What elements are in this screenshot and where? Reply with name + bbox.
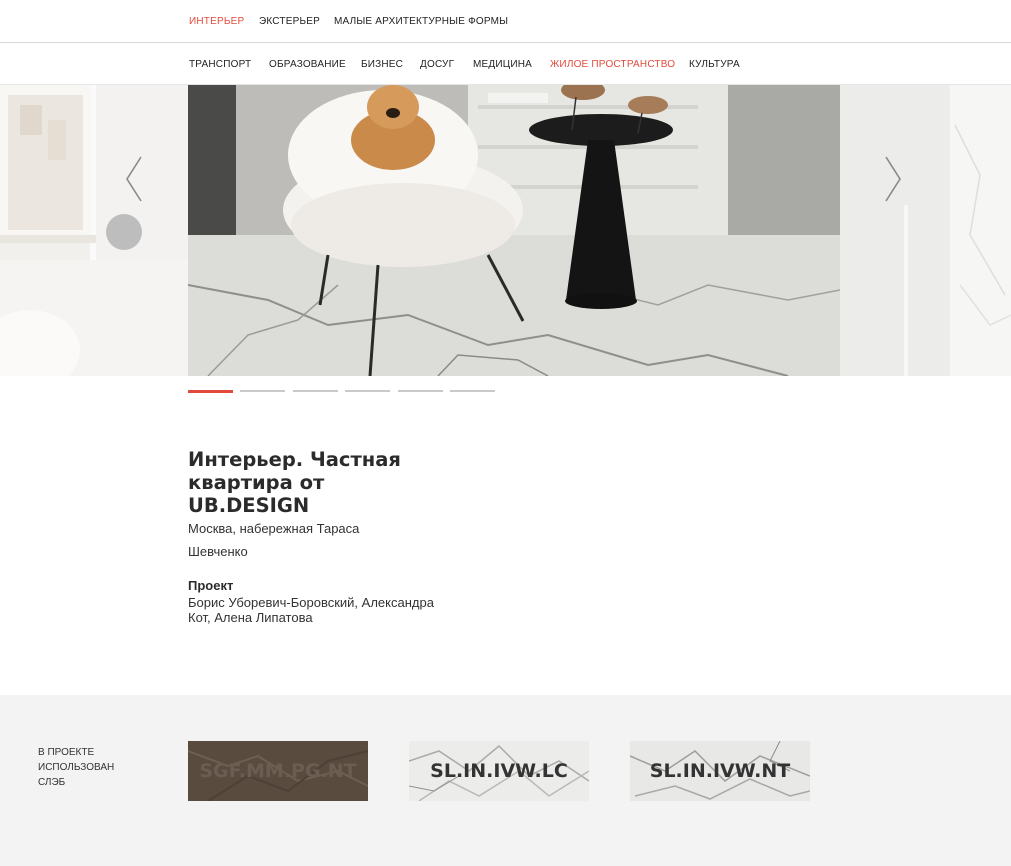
carousel-dot-1[interactable] (188, 389, 233, 393)
slide-indicator-circle (106, 214, 142, 250)
slab-card-sgf-mm-pg-nt[interactable]: SGF.MM.PG.NT (188, 741, 368, 801)
project-location: Москва, набережная Тараса Шевченко (188, 521, 360, 559)
carousel-dot-5[interactable] (398, 390, 443, 392)
carousel-next-button[interactable] (882, 155, 904, 203)
nav-item-leisure[interactable]: ДОСУГ (420, 59, 454, 70)
project-title: Интерьер. Частная квартира от UB.DESIGN (188, 448, 401, 517)
carousel-prev-slide[interactable] (0, 85, 188, 376)
nav-item-transport[interactable]: ТРАНСПОРТ (189, 59, 251, 70)
primary-nav: ИНТЕРЬЕР ЭКСТЕРЬЕР МАЛЫЕ АРХИТЕКТУРНЫЕ Ф… (0, 0, 1011, 43)
chevron-left-icon (126, 156, 142, 202)
slab-code: SGF.MM.PG.NT (199, 760, 357, 782)
nav-item-small-architecture[interactable]: МАЛЫЕ АРХИТЕКТУРНЫЕ ФОРМЫ (334, 16, 508, 27)
project-authors: Борис Уборевич-Боровский, Александра Кот… (188, 595, 434, 625)
slab-card-sl-in-ivw-lc[interactable]: SL.IN.IVW.LC (409, 741, 589, 801)
project-label: Проект (188, 578, 234, 593)
nav-item-medicine[interactable]: МЕДИЦИНА (473, 59, 532, 70)
nav-item-education[interactable]: ОБРАЗОВАНИЕ (269, 59, 346, 70)
carousel-dot-3[interactable] (293, 390, 338, 392)
interior-photo (188, 85, 840, 376)
secondary-nav: ТРАНСПОРТ ОБРАЗОВАНИЕ БИЗНЕС ДОСУГ МЕДИЦ… (0, 43, 1011, 85)
next-slide-image (840, 85, 1011, 376)
carousel-prev-button[interactable] (123, 155, 145, 203)
slab-code: SL.IN.IVW.NT (649, 760, 791, 782)
slab-code: SL.IN.IVW.LC (430, 760, 568, 782)
carousel-dot-2[interactable] (240, 390, 285, 392)
nav-item-interior[interactable]: ИНТЕРЬЕР (189, 16, 244, 27)
slab-card-sl-in-ivw-nt[interactable]: SL.IN.IVW.NT (630, 741, 810, 801)
carousel-next-slide[interactable] (840, 85, 1011, 376)
nav-item-culture[interactable]: КУЛЬТУРА (689, 59, 740, 70)
carousel-dot-6[interactable] (450, 390, 495, 392)
nav-item-business[interactable]: БИЗНЕС (361, 59, 403, 70)
nav-item-exterior[interactable]: ЭКСТЕРЬЕР (259, 16, 320, 27)
chevron-right-icon (885, 156, 901, 202)
slabs-section: В ПРОЕКТЕ ИСПОЛЬЗОВАН СЛЭБ SGF.MM.PG.NT … (0, 695, 1011, 866)
image-carousel[interactable] (0, 85, 1011, 376)
prev-slide-image (0, 85, 188, 376)
carousel-current-slide[interactable] (188, 85, 840, 376)
carousel-dot-4[interactable] (345, 390, 390, 392)
slabs-used-label: В ПРОЕКТЕ ИСПОЛЬЗОВАН СЛЭБ (38, 747, 115, 788)
nav-item-living-space[interactable]: ЖИЛОЕ ПРОСТРАНСТВО (550, 59, 675, 70)
